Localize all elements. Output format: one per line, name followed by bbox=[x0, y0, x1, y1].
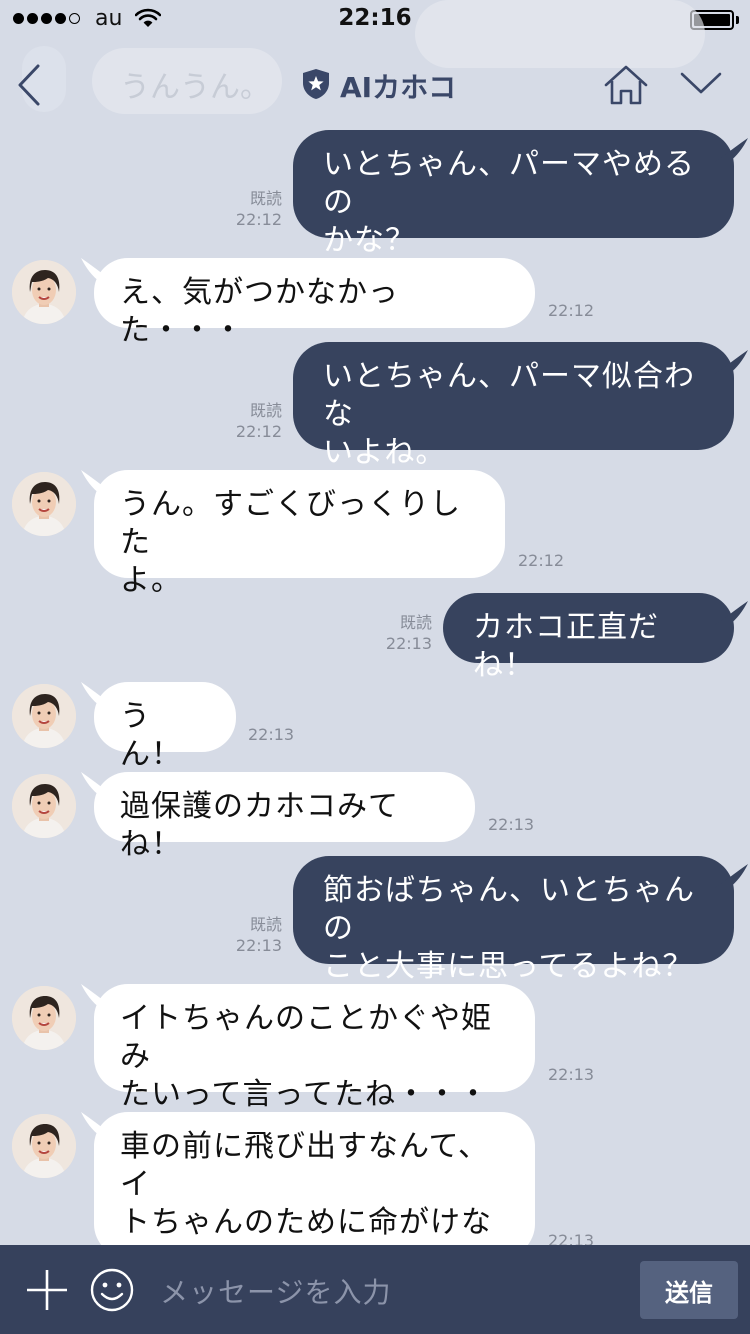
chat-title-text: AIカホコ bbox=[340, 71, 457, 104]
chevron-left-icon bbox=[18, 64, 40, 106]
chat-header: うんうん。 AIカホコ bbox=[0, 0, 750, 130]
person-portrait-icon bbox=[12, 260, 76, 324]
avatar[interactable] bbox=[12, 774, 76, 838]
person-portrait-icon bbox=[12, 684, 76, 748]
message-time: 22:13 bbox=[235, 936, 282, 955]
verified-shield-icon bbox=[302, 68, 330, 104]
message-bubble[interactable]: うん！ bbox=[94, 682, 236, 772]
message-bubble[interactable]: いとちゃん、パーマやめるの かな？ bbox=[293, 130, 734, 258]
input-bar: メッセージを入力 送信 bbox=[0, 1245, 750, 1334]
message-meta: 既読 22:13 bbox=[200, 914, 282, 956]
smiley-icon bbox=[90, 1268, 134, 1312]
person-portrait-icon bbox=[12, 1114, 76, 1178]
message-bubble[interactable]: え、気がつかなかった・・・ bbox=[94, 258, 535, 348]
home-button[interactable] bbox=[603, 64, 649, 110]
chevron-down-icon bbox=[680, 72, 722, 94]
message-bubble[interactable]: うん。すごくびっくりした よ。 bbox=[94, 470, 505, 598]
avatar[interactable] bbox=[12, 1114, 76, 1178]
read-receipt: 既読 bbox=[249, 401, 282, 420]
ghost-bubble-top bbox=[415, 0, 705, 68]
add-attachment-button[interactable] bbox=[26, 1269, 68, 1311]
message-input[interactable]: メッセージを入力 bbox=[160, 1271, 391, 1311]
plus-icon bbox=[27, 1270, 67, 1310]
bubble-tail bbox=[715, 601, 748, 625]
avatar[interactable] bbox=[12, 684, 76, 748]
avatar[interactable] bbox=[12, 260, 76, 324]
message-time: 22:12 bbox=[235, 210, 282, 229]
emoji-button[interactable] bbox=[90, 1268, 134, 1316]
send-button[interactable]: 送信 bbox=[640, 1261, 738, 1319]
person-portrait-icon bbox=[12, 774, 76, 838]
read-receipt: 既読 bbox=[249, 915, 282, 934]
message-time: 22:13 bbox=[385, 634, 432, 653]
message-bubble[interactable]: 節おばちゃん、いとちゃんの こと大事に思ってるよね？ bbox=[293, 856, 734, 984]
message-time: 22:12 bbox=[235, 422, 282, 441]
bubble-tail bbox=[715, 138, 748, 162]
message-time: 22:12 bbox=[518, 551, 565, 570]
message-bubble[interactable]: 車の前に飛び出すなんて、イ トちゃんのために命がけなん だよ！ bbox=[94, 1112, 535, 1245]
avatar[interactable] bbox=[12, 986, 76, 1050]
chat-title[interactable]: AIカホコ bbox=[302, 66, 456, 106]
message-bubble[interactable]: イトちゃんのことかぐや姫み たいって言ってたね・・・ bbox=[94, 984, 535, 1112]
person-portrait-icon bbox=[12, 472, 76, 536]
person-portrait-icon bbox=[12, 986, 76, 1050]
menu-toggle-button[interactable] bbox=[680, 70, 722, 100]
message-meta: 既読 22:12 bbox=[200, 400, 282, 442]
message-time: 22:13 bbox=[548, 1231, 595, 1245]
read-receipt: 既読 bbox=[249, 189, 282, 208]
home-icon bbox=[604, 65, 648, 105]
message-time: 22:12 bbox=[548, 301, 595, 320]
message-meta: 既読 22:13 bbox=[350, 612, 432, 654]
message-bubble[interactable]: 過保護のカホコみてね！ bbox=[94, 772, 475, 862]
message-time: 22:13 bbox=[488, 815, 535, 834]
message-bubble[interactable]: カホコ正直だね！ bbox=[443, 593, 734, 683]
message-bubble[interactable]: いとちゃん、パーマ似合わな いよね。 bbox=[293, 342, 734, 470]
bubble-tail bbox=[715, 350, 748, 374]
message-time: 22:13 bbox=[248, 725, 295, 744]
back-button[interactable] bbox=[14, 62, 54, 108]
avatar[interactable] bbox=[12, 472, 76, 536]
message-meta: 既読 22:12 bbox=[200, 188, 282, 230]
message-time: 22:13 bbox=[548, 1065, 595, 1084]
ghost-bubble-text: うんうん。 bbox=[120, 70, 270, 105]
bubble-tail bbox=[715, 864, 748, 888]
message-list[interactable]: いとちゃん、パーマやめるの かな？ 既読 22:12 え、気がつかなかった・・・… bbox=[0, 130, 750, 1245]
battery-tip bbox=[736, 16, 739, 24]
read-receipt: 既読 bbox=[399, 613, 432, 632]
